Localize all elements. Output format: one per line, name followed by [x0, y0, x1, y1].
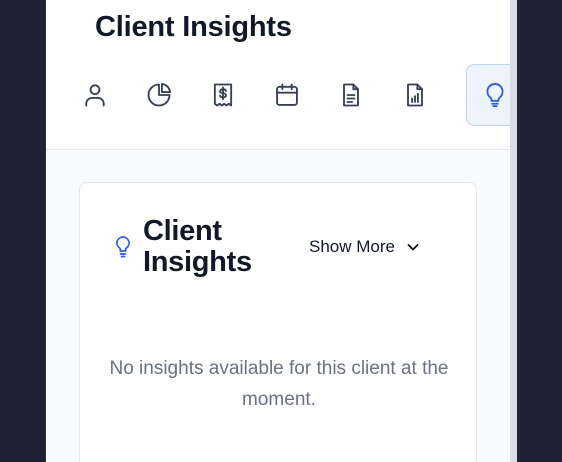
lightbulb-icon	[486, 82, 504, 108]
panel-content: Client Insights Show More No insights av…	[46, 150, 512, 462]
chevron-down-icon	[407, 244, 419, 251]
tab-insights[interactable]	[466, 64, 512, 126]
report-chart-icon	[407, 83, 423, 107]
show-more-button[interactable]: Show More	[309, 235, 421, 259]
tab-profile[interactable]	[66, 64, 124, 126]
tab-billing[interactable]	[194, 64, 252, 126]
tab-documents[interactable]	[322, 64, 380, 126]
page-title: Client Insights	[95, 11, 292, 43]
show-more-label: Show More	[309, 237, 395, 256]
empty-state-message: No insights available for this client at…	[109, 358, 449, 410]
pie-chart-icon	[147, 82, 172, 107]
tab-reports[interactable]	[386, 64, 444, 126]
tab-calendar[interactable]	[258, 64, 316, 126]
user-icon	[85, 84, 105, 107]
panel-header: Client Insights	[46, 0, 512, 150]
lightbulb-icon	[116, 236, 130, 258]
tab-portfolio[interactable]	[130, 64, 188, 126]
insights-card: Client Insights Show More No insights av…	[79, 182, 477, 462]
calendar-icon	[276, 83, 298, 106]
card-title: Client Insights	[143, 215, 252, 278]
tab-bar	[66, 64, 512, 128]
document-icon	[343, 83, 359, 107]
client-insights-panel: Client Insights Client Insights Show Mor…	[45, 0, 512, 462]
receipt-dollar-icon	[213, 83, 233, 107]
panel-scroll-edge	[510, 0, 517, 462]
